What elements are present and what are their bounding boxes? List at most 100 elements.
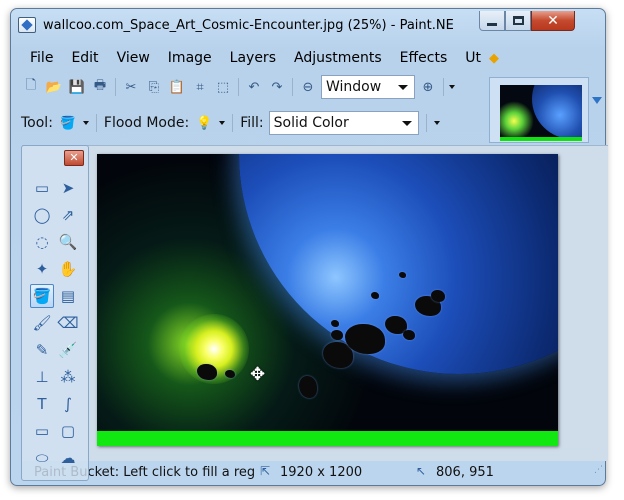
text-icon[interactable]: T bbox=[30, 392, 54, 416]
menu-view[interactable]: View bbox=[108, 47, 159, 69]
asteroid bbox=[371, 292, 379, 299]
rectangle-icon[interactable]: ▭ bbox=[30, 419, 54, 443]
maximize-icon bbox=[512, 16, 524, 25]
paint-net-app-icon[interactable] bbox=[18, 17, 36, 33]
paintbrush-icon[interactable]: 🖌 bbox=[30, 311, 54, 335]
cursor-position-icon: ↖ bbox=[416, 464, 427, 478]
freeform-shape-icon[interactable]: ☁ bbox=[56, 446, 80, 470]
deselect-icon[interactable]: ⬚ bbox=[213, 77, 233, 97]
fill-combo-value: Solid Color bbox=[273, 115, 349, 131]
eraser-icon[interactable]: ⌫ bbox=[56, 311, 80, 335]
canvas-area[interactable] bbox=[22, 145, 608, 461]
asteroid bbox=[399, 272, 406, 278]
tool-label: Tool: bbox=[21, 115, 53, 131]
paste-icon[interactable]: 📋 bbox=[167, 77, 187, 97]
chevron-down-icon bbox=[398, 84, 408, 90]
zoom-combo-value: Window bbox=[326, 79, 382, 95]
crop-icon[interactable]: ⌗ bbox=[190, 77, 210, 97]
tools-grid: ▭ ➤ ◯ ⇗ ◌ 🔍 ✦ ✋ 🪣 ▤ 🖌 ⌫ ✎ 💉 ⊥ ⁂ T ∫ ▭ ▢ … bbox=[30, 176, 82, 473]
flood-mode-dropdown-icon[interactable] bbox=[219, 121, 226, 125]
menu-utilities[interactable]: Ut bbox=[456, 47, 490, 69]
main-toolbar: 🗋 📂 💾 🖶 ✂ ⎘ 📋 ⌗ ⬚ ↶ ↷ ⊖ Window ⊕ bbox=[21, 75, 483, 99]
menu-image[interactable]: Image bbox=[159, 47, 221, 69]
toolbar-separator bbox=[115, 78, 116, 96]
move-selection-icon[interactable]: ➤ bbox=[56, 176, 80, 200]
paint-net-window: wallcoo.com_Space_Art_Cosmic-Encounter.j… bbox=[10, 8, 608, 486]
image-size-icon: ⇱ bbox=[260, 464, 271, 478]
menu-adjustments[interactable]: Adjustments bbox=[285, 47, 391, 69]
toolbar-separator bbox=[443, 78, 444, 96]
ellipse-icon[interactable]: ⬭ bbox=[30, 446, 54, 470]
undo-icon[interactable]: ↶ bbox=[244, 77, 264, 97]
status-bar: Paint Bucket: Left click to fill a regio… bbox=[22, 461, 608, 485]
zoom-in-icon[interactable]: ⊕ bbox=[418, 77, 438, 97]
toolbar-separator bbox=[425, 114, 427, 132]
cut-icon[interactable]: ✂ bbox=[121, 77, 141, 97]
fill-label: Fill: bbox=[240, 115, 264, 131]
close-icon: ✕ bbox=[547, 12, 559, 29]
magic-wand-icon[interactable]: ✦ bbox=[30, 257, 54, 281]
asteroid bbox=[299, 376, 317, 398]
asteroid bbox=[431, 290, 445, 302]
open-icon[interactable]: 📂 bbox=[44, 77, 64, 97]
paint-bucket-icon[interactable]: 🪣 bbox=[58, 113, 78, 133]
window-title: wallcoo.com_Space_Art_Cosmic-Encounter.j… bbox=[43, 18, 454, 33]
fill-combo[interactable]: Solid Color bbox=[268, 111, 419, 135]
gradient-icon[interactable]: ▤ bbox=[56, 284, 80, 308]
recolor-icon[interactable]: ⁂ bbox=[56, 365, 80, 389]
toolbar2-overflow-icon[interactable] bbox=[433, 121, 440, 125]
ellipse-select-icon[interactable]: ◌ bbox=[30, 230, 54, 254]
maximize-button[interactable] bbox=[505, 11, 531, 31]
toolbar-separator bbox=[292, 78, 293, 96]
asteroid bbox=[331, 330, 343, 340]
move-selected-icon[interactable]: ⇗ bbox=[56, 203, 80, 227]
paint-bucket-icon[interactable]: 🪣 bbox=[30, 284, 54, 308]
tools-close-button[interactable]: ✕ bbox=[64, 150, 84, 166]
redo-icon[interactable]: ↷ bbox=[267, 77, 287, 97]
rounded-rectangle-icon[interactable]: ▢ bbox=[56, 419, 80, 443]
thumbnail-list-dropdown-icon[interactable] bbox=[592, 97, 602, 104]
copy-icon[interactable]: ⎘ bbox=[144, 77, 164, 97]
close-button[interactable]: ✕ bbox=[531, 11, 575, 31]
zoom-icon[interactable]: 🔍 bbox=[56, 230, 80, 254]
asteroid bbox=[331, 320, 339, 327]
asteroid bbox=[197, 364, 217, 380]
menu-overflow-icon[interactable]: ◆ bbox=[489, 51, 499, 66]
minimize-button[interactable] bbox=[479, 11, 505, 31]
resize-grip-icon[interactable]: ⋰ bbox=[594, 466, 604, 479]
new-icon[interactable]: 🗋 bbox=[21, 77, 41, 97]
image-thumbnail[interactable] bbox=[500, 85, 582, 141]
image-bottom-band bbox=[97, 431, 558, 446]
flood-mode-icon[interactable]: 💡 bbox=[194, 113, 214, 133]
pencil-icon[interactable]: ✎ bbox=[30, 338, 54, 362]
status-cursor-position: 806, 951 bbox=[436, 465, 494, 480]
menu-effects[interactable]: Effects bbox=[391, 47, 457, 69]
flood-mode-label: Flood Mode: bbox=[103, 115, 190, 131]
toolbar-separator bbox=[95, 114, 97, 132]
asteroid bbox=[403, 330, 415, 340]
tool-options-bar: Tool: 🪣 Flood Mode: 💡 Fill: Solid Color bbox=[21, 110, 483, 136]
minimize-icon bbox=[487, 23, 497, 26]
tools-window: ✕ ▭ ➤ ◯ ⇗ ◌ 🔍 ✦ ✋ 🪣 ▤ 🖌 ⌫ ✎ 💉 ⊥ ⁂ T ∫ ▭ … bbox=[21, 145, 89, 481]
line-curve-icon[interactable]: ∫ bbox=[56, 392, 80, 416]
menu-layers[interactable]: Layers bbox=[221, 47, 285, 69]
toolbar-overflow-icon[interactable] bbox=[449, 85, 455, 89]
chevron-down-icon bbox=[401, 120, 412, 126]
save-icon[interactable]: 💾 bbox=[67, 77, 87, 97]
image-canvas[interactable] bbox=[97, 154, 558, 446]
title-bar[interactable]: wallcoo.com_Space_Art_Cosmic-Encounter.j… bbox=[11, 9, 605, 41]
zoom-out-icon[interactable]: ⊖ bbox=[298, 77, 318, 97]
tool-dropdown-icon[interactable] bbox=[82, 121, 89, 125]
clone-stamp-icon[interactable]: ⊥ bbox=[30, 365, 54, 389]
pan-icon[interactable]: ✋ bbox=[56, 257, 80, 281]
image-thumbnail-strip bbox=[489, 77, 589, 143]
menu-edit[interactable]: Edit bbox=[62, 47, 107, 69]
lasso-select-icon[interactable]: ◯ bbox=[30, 203, 54, 227]
canvas-planet bbox=[239, 154, 558, 374]
thumbnail-glow bbox=[500, 101, 534, 137]
menu-file[interactable]: File bbox=[21, 47, 62, 69]
color-picker-icon[interactable]: 💉 bbox=[56, 338, 80, 362]
rectangle-select-icon[interactable]: ▭ bbox=[30, 176, 54, 200]
zoom-combo[interactable]: Window bbox=[321, 75, 415, 99]
print-icon[interactable]: 🖶 bbox=[90, 77, 110, 97]
